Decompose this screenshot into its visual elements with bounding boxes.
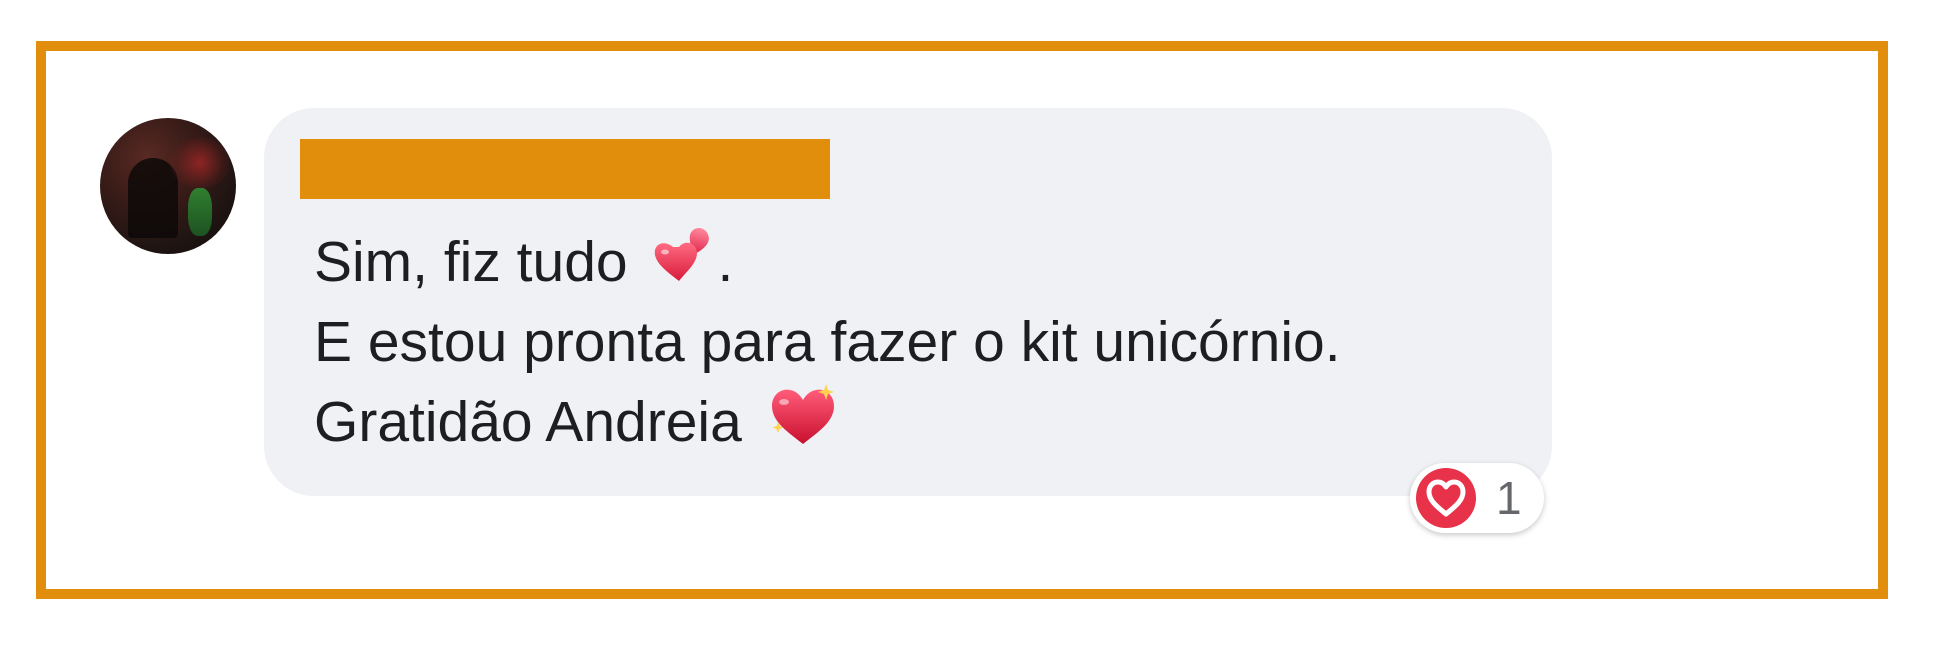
comment-body: Sim, fiz tudo . E estou pronta para faze…	[314, 222, 1341, 462]
reaction-summary[interactable]: 1	[1410, 463, 1544, 533]
comment-line-1: Sim, fiz tudo .	[314, 222, 1341, 302]
comment-text-segment: Gratidão Andreia	[314, 390, 742, 454]
comment-line-2: E estou pronta para fazer o kit unicórni…	[314, 310, 1341, 374]
love-reaction-icon	[1416, 468, 1476, 528]
author-name-redaction	[300, 139, 830, 199]
comment-line-3: Gratidão Andreia	[314, 382, 1341, 462]
sparkling-heart-icon	[768, 382, 838, 469]
avatar-shape	[188, 188, 212, 236]
comment-text-segment: Sim, fiz tudo	[314, 230, 628, 294]
two-hearts-icon	[653, 225, 715, 306]
avatar-shape	[170, 138, 230, 188]
reaction-count: 1	[1496, 472, 1522, 524]
comment-text-segment: .	[717, 230, 734, 294]
avatar[interactable]	[100, 118, 236, 254]
